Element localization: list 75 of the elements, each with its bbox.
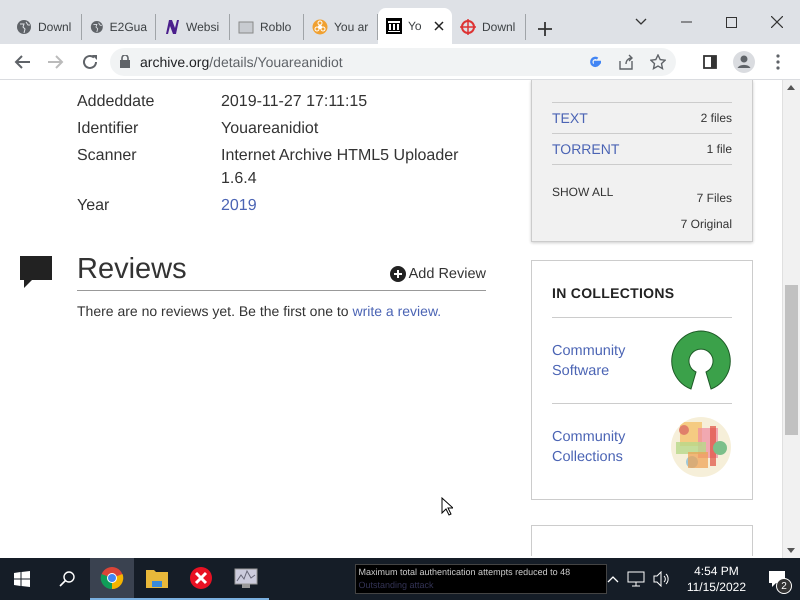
close-icon[interactable] [771,16,783,28]
taskbar-app[interactable] [90,558,134,600]
globe-icon [90,19,104,35]
side-panel-icon[interactable] [703,54,717,68]
format-link[interactable]: TORRENT [552,141,620,157]
file-total: 7 Original [680,217,732,231]
monitor-icon[interactable] [233,566,260,590]
chrome-icon[interactable] [100,566,124,590]
collection-link[interactable]: Community Collections [552,426,642,466]
notice-text: Outstanding attack [358,579,435,592]
file-count: 2 files [700,111,732,125]
metadata-link[interactable]: 2019 [221,194,481,217]
lock-icon [120,55,130,68]
speaker-icon[interactable] [652,571,671,587]
speech-bubble-icon [18,254,54,290]
chevron-up-icon[interactable] [606,575,619,583]
new-tab-icon[interactable] [538,22,552,36]
metadata-key: Year [77,194,221,217]
globe-icon [16,19,32,35]
maximize-icon[interactable] [726,16,737,28]
windows-start-icon[interactable] [14,571,30,587]
clock[interactable]: 4:54 PM 11/15/2022 [686,563,746,595]
file-total: 7 Files [696,191,732,205]
browser-tab[interactable]: Roblo [230,14,304,40]
add-review-button[interactable]: Add Review [390,266,486,282]
write-review-link[interactable]: write a review. [352,303,442,319]
metadata-key: Scanner [77,144,221,190]
notification-button[interactable]: 2 [762,564,792,594]
scroll-down-icon[interactable] [787,548,795,553]
temple-icon [386,18,402,34]
star-icon[interactable] [650,54,666,70]
image-icon [238,19,254,35]
collections-heading: IN COLLECTIONS [552,285,732,318]
browser-tab[interactable]: Downl [8,14,82,40]
collection-link[interactable]: Community Software [552,340,642,380]
show-all-link[interactable]: SHOW ALL [552,185,614,231]
menu-icon[interactable] [776,54,780,70]
browser-tab[interactable]: E2Gua [82,14,156,40]
minimize-icon[interactable] [681,21,692,23]
metadata-key: Identifier [77,117,221,140]
browser-tab[interactable]: Yo [378,8,452,44]
browser-tab[interactable]: Downl [452,14,526,40]
folder-icon[interactable] [144,567,169,589]
browser-tab[interactable]: Websi [156,14,230,40]
notification-count: 2 [776,578,792,594]
close-icon[interactable] [434,21,444,31]
letter-logo-icon [164,19,180,35]
keyhole-logo-icon [670,330,732,392]
network-icon[interactable] [626,571,645,587]
metadata-value: Youareanidiot [221,119,320,139]
profile-avatar-icon[interactable] [733,50,755,72]
chevron-down-icon[interactable] [635,18,647,26]
mouse-pointer-icon [441,497,453,516]
share-icon[interactable] [618,54,634,70]
plus-circle-icon [390,266,406,282]
file-count: 1 file [706,142,732,156]
notice-text: Maximum total authentication attempts reduced to 48 [358,566,572,579]
address-bar[interactable]: archive.org/details/Youareanidiot [110,48,676,76]
metadata-key: Addeddate [77,90,221,113]
metadata-value: 1.6.4 [221,169,258,189]
crosshair-icon [460,19,476,35]
reload-icon[interactable] [82,54,98,70]
scrollbar[interactable] [782,80,800,558]
scroll-up-icon[interactable] [787,85,795,90]
hazard-icon [312,19,328,35]
back-arrow-icon[interactable] [14,54,30,68]
google-icon[interactable] [588,54,602,68]
reviews-heading: Reviews [77,253,187,286]
metadata-value: Internet Archive HTML5 Uploader [221,146,460,166]
no-reviews-text: There are no reviews yet. Be the first one to write a review. [77,303,442,319]
metadata-value: 2019-11-27 17:11:15 [221,92,368,112]
scroll-thumb[interactable] [785,285,798,435]
search-icon[interactable] [59,571,76,587]
error-icon[interactable] [189,566,214,590]
format-link[interactable]: TEXT [552,110,588,126]
